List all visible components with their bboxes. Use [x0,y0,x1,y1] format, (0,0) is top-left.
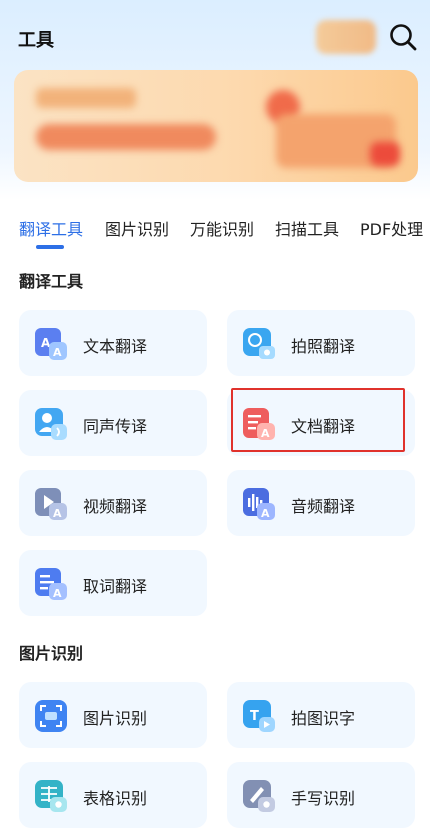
promo-banner[interactable] [14,70,418,182]
svg-text:A: A [53,507,62,520]
tool-label: 表格识别 [83,789,148,808]
table-recognize-icon [33,778,69,814]
tools-page: 工具 翻译工具 图片识别 万能识别 扫描工具 PDF处理 翻译工具 A A 文本… [0,0,430,835]
highlight-box [231,388,405,452]
tool-label: 拍图识字 [291,709,356,728]
active-tab-indicator [36,245,64,249]
tool-label: 同声传译 [83,417,148,436]
banner-corner-blur [370,142,400,166]
banner-button-blur [36,124,216,150]
search-button[interactable] [386,20,420,54]
page-title: 工具 [18,30,54,51]
section-title-image-recognition: 图片识别 [19,644,84,663]
tool-card-photo-translate[interactable]: 拍照翻译 [227,310,415,376]
tool-card-audio-translate[interactable]: A 音频翻译 [227,470,415,536]
svg-text:A: A [261,507,270,520]
tab-image-recognition[interactable]: 图片识别 [105,216,169,240]
tool-label: 视频翻译 [83,497,148,516]
section-title-translate: 翻译工具 [19,272,84,291]
tool-card-handwriting-recognize[interactable]: 手写识别 [227,762,415,828]
tool-card-text-translate[interactable]: A A 文本翻译 [19,310,207,376]
tab-universal-recognition[interactable]: 万能识别 [190,216,254,240]
handwriting-recognize-icon [241,778,277,814]
svg-text:T: T [250,709,259,724]
tool-label: 音频翻译 [291,497,356,516]
tool-card-photo-ocr[interactable]: T 拍图识字 [227,682,415,748]
svg-text:A: A [53,587,62,600]
tool-label: 文本翻译 [83,337,148,356]
photo-translate-icon [241,326,277,362]
tool-card-table-recognize[interactable]: 表格识别 [19,762,207,828]
tab-scan-tools[interactable]: 扫描工具 [275,216,339,240]
tool-card-image-recognize[interactable]: 图片识别 [19,682,207,748]
search-icon [390,24,417,51]
tool-card-word-pick-translate[interactable]: A 取词翻译 [19,550,207,616]
tool-label: 手写识别 [291,789,356,808]
tool-card-video-translate[interactable]: A 视频翻译 [19,470,207,536]
photo-ocr-icon: T [241,698,277,734]
svg-text:A: A [53,346,62,359]
header: 工具 [0,0,430,70]
banner-title-blur [36,88,136,108]
text-translate-icon: A A [33,326,69,362]
video-translate-icon: A [33,486,69,522]
tab-translate-tools[interactable]: 翻译工具 [19,216,83,240]
tab-pdf-tools[interactable]: PDF处理 [360,216,423,240]
tool-label: 取词翻译 [83,577,148,596]
tool-label: 拍照翻译 [291,337,356,356]
image-recognize-icon [33,698,69,734]
word-pick-translate-icon: A [33,566,69,602]
category-tabs: 翻译工具 图片识别 万能识别 扫描工具 PDF处理 [0,216,430,256]
tool-label: 图片识别 [83,709,148,728]
tool-card-simultaneous-interpret[interactable]: 同声传译 [19,390,207,456]
audio-translate-icon: A [241,486,277,522]
membership-pill[interactable] [316,20,376,54]
simultaneous-interpret-icon [33,406,69,442]
